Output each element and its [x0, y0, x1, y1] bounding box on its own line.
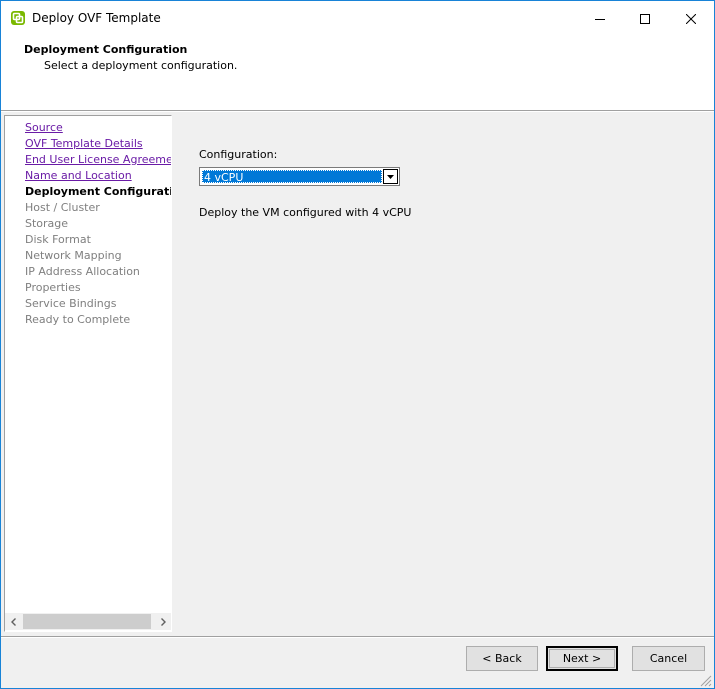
- scroll-left-button[interactable]: [5, 613, 22, 630]
- chevron-right-icon: [160, 617, 166, 626]
- maximize-button[interactable]: [622, 1, 668, 36]
- configuration-label: Configuration:: [199, 148, 278, 161]
- page-subtitle: Select a deployment configuration.: [44, 59, 238, 72]
- step-end-user-license-agreement[interactable]: End User License Agreement: [25, 152, 171, 168]
- main-panel: Configuration: 4 vCPU Deploy the VM conf…: [175, 115, 711, 632]
- steps-sidebar: Source OVF Template Details End User Lic…: [4, 115, 172, 632]
- close-button[interactable]: [668, 1, 714, 36]
- minimize-button[interactable]: [577, 1, 623, 36]
- scrollbar-thumb[interactable]: [23, 614, 151, 629]
- wizard-body: Source OVF Template Details End User Lic…: [1, 112, 714, 636]
- step-name-and-location[interactable]: Name and Location: [25, 168, 171, 184]
- scroll-right-button[interactable]: [154, 613, 171, 630]
- configuration-description: Deploy the VM configured with 4 vCPU: [199, 206, 412, 219]
- configuration-select[interactable]: 4 vCPU: [199, 167, 400, 186]
- step-ready-to-complete: Ready to Complete: [25, 313, 131, 326]
- resize-grip-icon[interactable]: [698, 673, 712, 687]
- step-storage: Storage: [25, 217, 69, 230]
- next-button-label: Next >: [562, 652, 602, 665]
- step-host-cluster: Host / Cluster: [25, 201, 100, 214]
- minimize-icon: [595, 18, 605, 20]
- steps-list: Source OVF Template Details End User Lic…: [25, 120, 171, 328]
- sidebar-horizontal-scrollbar[interactable]: [5, 613, 171, 630]
- back-button[interactable]: < Back: [466, 646, 538, 671]
- configuration-selected-value[interactable]: 4 vCPU: [202, 170, 382, 183]
- page-title: Deployment Configuration: [24, 43, 188, 56]
- vsphere-app-icon: [11, 11, 25, 25]
- step-network-mapping: Network Mapping: [25, 249, 122, 262]
- wizard-header: Deployment Configuration Select a deploy…: [1, 36, 714, 110]
- chevron-down-icon: [387, 174, 394, 179]
- cancel-button[interactable]: Cancel: [632, 646, 705, 671]
- wizard-footer: < Back Next > Cancel: [1, 636, 714, 688]
- step-ovf-template-details[interactable]: OVF Template Details: [25, 136, 171, 152]
- chevron-left-icon: [10, 617, 16, 626]
- window-title: Deploy OVF Template: [32, 11, 161, 25]
- footer-divider: [1, 637, 714, 638]
- step-properties: Properties: [25, 281, 81, 294]
- maximize-icon: [640, 13, 650, 24]
- title-bar[interactable]: Deploy OVF Template: [1, 1, 714, 36]
- step-ip-address-allocation: IP Address Allocation: [25, 265, 140, 278]
- step-source[interactable]: Source: [25, 120, 171, 136]
- step-deployment-configuration: Deployment Configuration: [25, 185, 171, 198]
- next-button[interactable]: Next >: [546, 646, 618, 671]
- step-disk-format: Disk Format: [25, 233, 91, 246]
- dropdown-button[interactable]: [383, 169, 398, 184]
- step-service-bindings: Service Bindings: [25, 297, 117, 310]
- deploy-ovf-window: Deploy OVF Template Deployment Configura…: [0, 0, 715, 689]
- close-icon: [686, 13, 696, 24]
